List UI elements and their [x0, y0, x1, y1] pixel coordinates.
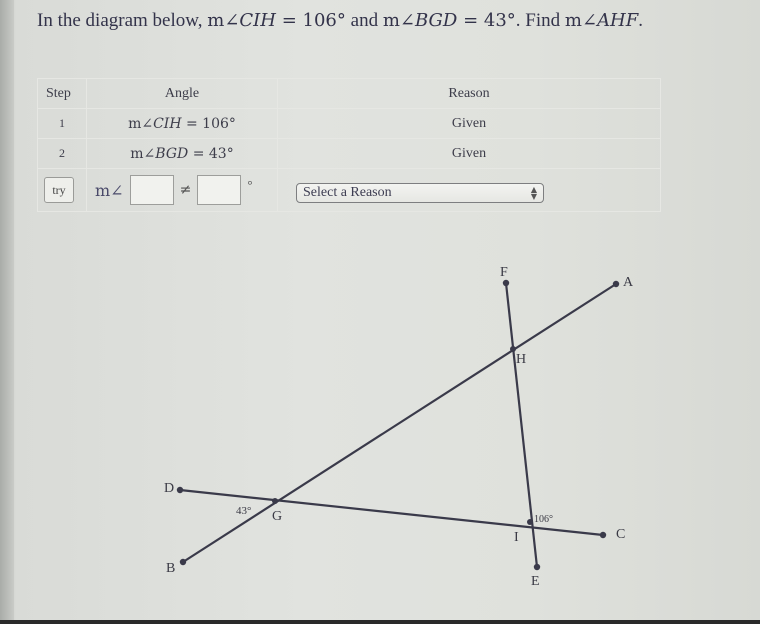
question-prefix: In the diagram below, — [37, 10, 208, 31]
angle-name: CIH — [153, 115, 182, 132]
page-edge — [0, 0, 14, 624]
angle-name: CIH — [239, 10, 276, 31]
angle-input-cell: m∠ ≠ ° — [86, 168, 278, 212]
header-reason: Reason — [277, 78, 661, 109]
try-cell: try — [37, 168, 87, 212]
m-angle-label: m∠ — [95, 180, 124, 200]
angle-label-G: 43° — [236, 505, 251, 517]
try-row: try m∠ ≠ ° Select a Reason ▲ ▼ — [37, 168, 661, 212]
point-C — [599, 531, 607, 539]
angle-label-I: 106° — [534, 514, 553, 525]
point-B — [179, 558, 187, 566]
angle-symbol: m∠ — [128, 115, 154, 132]
point-I — [527, 519, 533, 525]
question-find: . Find — [515, 10, 565, 31]
line-AB — [182, 283, 617, 563]
angle-name: BGD — [155, 145, 189, 162]
try-button[interactable]: try — [44, 177, 74, 203]
point-F — [502, 279, 510, 287]
label-I: I — [514, 530, 519, 545]
bottom-edge — [0, 620, 760, 624]
label-F: F — [500, 265, 508, 280]
angle-statement: m∠BGD = 43° — [86, 138, 278, 169]
angle-name: AHF — [597, 10, 639, 31]
question-text: In the diagram below, m∠CIH = 106° and m… — [37, 10, 643, 32]
label-G: G — [272, 509, 282, 524]
line-DC — [179, 488, 604, 537]
angle-symbol: m∠ — [382, 10, 415, 31]
label-D: D — [164, 481, 174, 496]
angle-symbol: m∠ — [207, 10, 240, 31]
angle-value: = 106° — [181, 115, 236, 132]
table-header-row: Step Angle Reason — [37, 78, 661, 109]
label-A: A — [623, 275, 634, 290]
angle-value-input[interactable] — [197, 175, 242, 205]
question-connector: and — [345, 10, 383, 31]
reason-text: Given — [277, 138, 661, 169]
header-step: Step — [37, 78, 87, 109]
angle-statement: m∠CIH = 106° — [86, 108, 278, 139]
label-B: B — [166, 561, 175, 576]
angle-symbol: m∠ — [130, 145, 156, 162]
angle-name: BGD — [414, 10, 458, 31]
header-angle: Angle — [86, 78, 278, 109]
label-E: E — [531, 574, 540, 589]
table-row: 1 m∠CIH = 106° Given — [37, 108, 661, 139]
point-E — [533, 563, 541, 571]
reason-select-cell: Select a Reason ▲ ▼ — [277, 168, 661, 212]
label-C: C — [616, 527, 625, 542]
angle-input-group: m∠ ≠ ° — [87, 175, 277, 205]
proof-table: Step Angle Reason 1 m∠CIH = 106° Given 2… — [37, 78, 661, 212]
reason-select[interactable]: Select a Reason ▲ ▼ — [296, 183, 544, 203]
point-A — [612, 280, 620, 288]
angle-value: = 43° — [457, 10, 516, 31]
given-angle-1: m∠CIH = 106° — [207, 10, 346, 31]
point-H — [510, 346, 516, 352]
find-angle: m∠AHF — [565, 10, 638, 31]
label-H: H — [516, 352, 526, 367]
angle-value: = 43° — [188, 145, 234, 162]
angle-name-input[interactable] — [129, 175, 174, 205]
reason-select-value: Select a Reason — [303, 185, 392, 200]
table-row: 2 m∠BGD = 43° Given — [37, 138, 661, 169]
question-suffix: . — [638, 10, 643, 31]
degree-symbol: ° — [247, 177, 253, 192]
point-G — [272, 498, 278, 504]
step-number: 2 — [37, 138, 87, 169]
point-D — [176, 486, 184, 494]
line-FE — [504, 282, 539, 568]
angle-symbol: m∠ — [564, 10, 598, 31]
relation-symbol[interactable]: ≠ — [180, 182, 192, 198]
given-angle-2: m∠BGD = 43° — [383, 10, 516, 31]
reason-text: Given — [277, 108, 661, 139]
angle-value: = 106° — [276, 10, 346, 31]
step-number: 1 — [37, 108, 87, 139]
up-down-arrows-icon: ▲ ▼ — [530, 185, 537, 201]
